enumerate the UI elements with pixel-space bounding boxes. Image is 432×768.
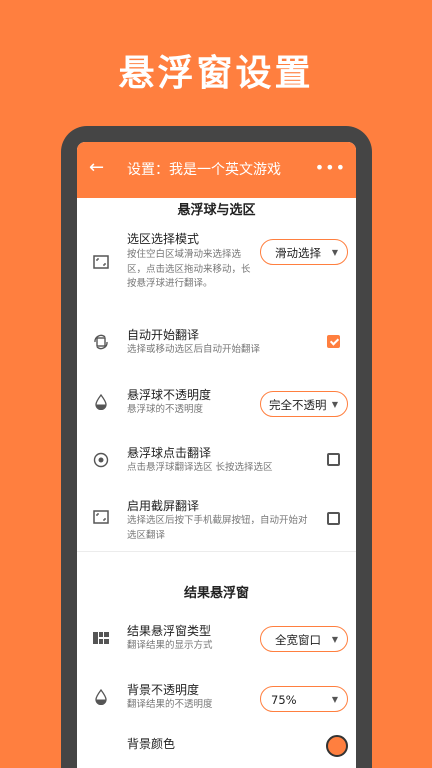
promo-title: 悬浮窗设置 <box>118 53 314 94</box>
setting-label: 悬浮球不透明度 <box>127 388 212 402</box>
phone-frame: ← 设置：我是一个英文游戏 ••• 悬浮球与选区 选区选择模式 按住空白区域滑动… <box>61 126 372 768</box>
setting-row-auto-translate[interactable]: 自动开始翻译 选择或移动选区后自动开始翻译 <box>77 326 356 360</box>
app-bar: ← 设置：我是一个英文游戏 ••• <box>77 142 356 198</box>
setting-row-bg-color[interactable]: 背景颜色 <box>77 735 356 768</box>
setting-row-select-mode[interactable]: 选区选择模式 按住空白区域滑动来选择选区，点击选区拖动来移动，长按悬浮球进行翻译… <box>77 230 356 310</box>
water-drop-icon <box>91 687 111 707</box>
setting-row-bg-opacity[interactable]: 背景不透明度 翻译结果的不透明度 75% ▼ <box>77 681 356 715</box>
result-type-dropdown[interactable]: 全宽窗口 ▼ <box>260 626 348 652</box>
ball-opacity-dropdown[interactable]: 完全不透明 ▼ <box>260 391 348 417</box>
dropdown-value: 全宽窗口 <box>275 633 321 647</box>
tap-translate-checkbox[interactable] <box>327 453 340 466</box>
more-dots-icon[interactable]: ••• <box>315 156 346 180</box>
page-title: 设置：我是一个英文游戏 <box>127 162 281 178</box>
dropdown-arrow-icon: ▼ <box>331 400 338 409</box>
section-header-float-ball: 悬浮球与选区 <box>177 203 256 218</box>
setting-row-result-type[interactable]: 结果悬浮窗类型 翻译结果的显示方式 全宽窗口 ▼ <box>77 622 356 656</box>
crop-frame-icon <box>91 252 111 272</box>
setting-label: 启用截屏翻译 <box>127 499 200 513</box>
color-swatch[interactable] <box>326 735 348 757</box>
setting-row-screenshot-translate[interactable]: 启用截屏翻译 选择选区后按下手机截屏按钮，自动开始对选区翻译 <box>77 497 356 549</box>
setting-description: 点击悬浮球翻译选区 长按选择选区 <box>127 462 273 473</box>
select-mode-dropdown[interactable]: 滑动选择 ▼ <box>260 239 348 265</box>
setting-label: 悬浮球点击翻译 <box>127 446 212 460</box>
water-drop-icon <box>91 392 111 412</box>
back-arrow-icon[interactable]: ← <box>89 156 104 180</box>
setting-label: 选区选择模式 <box>127 232 200 246</box>
auto-translate-checkbox[interactable] <box>327 335 340 348</box>
setting-label: 结果悬浮窗类型 <box>127 624 212 638</box>
screenshot-frame-icon <box>91 507 111 527</box>
window-grid-icon <box>91 628 111 648</box>
bg-opacity-dropdown[interactable]: 75% ▼ <box>260 686 348 712</box>
dropdown-value: 滑动选择 <box>275 246 321 260</box>
setting-description: 翻译结果的显示方式 <box>127 640 213 651</box>
screenshot-translate-checkbox[interactable] <box>327 512 340 525</box>
auto-refresh-icon <box>91 332 111 352</box>
section-header-result-window: 结果悬浮窗 <box>183 586 249 601</box>
setting-label: 自动开始翻译 <box>127 328 200 342</box>
setting-description: 选择选区后按下手机截屏按钮，自动开始对选区翻译 <box>127 515 308 541</box>
dropdown-value: 完全不透明 <box>269 398 327 412</box>
setting-row-tap-translate[interactable]: 悬浮球点击翻译 点击悬浮球翻译选区 长按选择选区 <box>77 444 356 478</box>
setting-description: 悬浮球的不透明度 <box>127 404 204 415</box>
target-circle-icon <box>91 450 111 470</box>
setting-description: 按住空白区域滑动来选择选区，点击选区拖动来移动，长按悬浮球进行翻译。 <box>127 249 251 289</box>
setting-description: 翻译结果的不透明度 <box>127 699 213 710</box>
setting-label: 背景颜色 <box>127 737 176 751</box>
setting-description: 选择或移动选区后自动开始翻译 <box>127 344 261 355</box>
section-divider <box>77 551 356 552</box>
dropdown-arrow-icon: ▼ <box>331 248 338 257</box>
dropdown-value: 75% <box>271 693 297 707</box>
dropdown-arrow-icon: ▼ <box>331 635 338 644</box>
dropdown-arrow-icon: ▼ <box>331 695 338 704</box>
setting-row-ball-opacity[interactable]: 悬浮球不透明度 悬浮球的不透明度 完全不透明 ▼ <box>77 386 356 420</box>
setting-label: 背景不透明度 <box>127 683 200 697</box>
app-screen: ← 设置：我是一个英文游戏 ••• 悬浮球与选区 选区选择模式 按住空白区域滑动… <box>77 142 356 768</box>
